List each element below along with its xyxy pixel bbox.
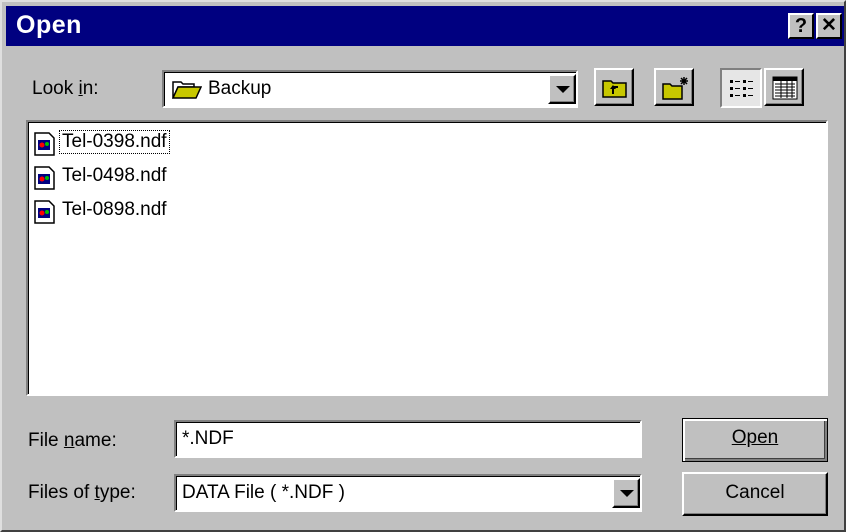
create-new-folder-icon: [661, 75, 691, 106]
file-type-combobox[interactable]: DATA File ( *.NDF ): [174, 474, 642, 512]
file-name: Tel-0898.ndf: [62, 199, 167, 220]
open-button[interactable]: Open: [682, 418, 828, 462]
look-in-label: Look in:: [32, 78, 99, 99]
details-view-icon: [772, 76, 798, 105]
up-one-level-button[interactable]: [594, 68, 634, 106]
file-type-label: Files of type:: [28, 482, 136, 503]
file-type-dropdown-button[interactable]: [612, 478, 640, 508]
file-name: Tel-0498.ndf: [62, 165, 167, 186]
folder-open-icon: [171, 78, 203, 105]
details-view-button[interactable]: [764, 68, 804, 106]
file-name-input[interactable]: *.NDF: [174, 420, 642, 458]
list-view-button[interactable]: [720, 68, 762, 108]
file-type-value: DATA File ( *.NDF ): [182, 482, 345, 503]
cancel-button[interactable]: Cancel: [682, 472, 828, 516]
look-in-value: Backup: [208, 78, 272, 99]
up-one-level-icon: [601, 76, 629, 105]
file-name-label: File name:: [28, 430, 117, 451]
chevron-down-icon: [620, 490, 634, 497]
list-view-icon: [729, 77, 755, 106]
file-name: Tel-0398.ndf: [59, 130, 170, 154]
file-name-value: *.NDF: [182, 428, 234, 449]
data-file-icon: [34, 132, 56, 162]
look-in-combobox[interactable]: Backup: [162, 70, 578, 108]
look-in-dropdown-button[interactable]: [548, 74, 576, 104]
close-button[interactable]: ✕: [816, 13, 842, 39]
open-button-label: Open: [731, 427, 779, 448]
open-dialog: Open ? ✕ Look in: Backup Tel-0398.ndf Te…: [0, 0, 846, 532]
data-file-icon: [34, 166, 56, 196]
data-file-icon: [34, 200, 56, 230]
chevron-down-icon: [556, 86, 570, 93]
file-list[interactable]: Tel-0398.ndf Tel-0498.ndf Tel-0898.ndf: [26, 120, 828, 396]
window-title: Open: [16, 11, 82, 39]
help-button[interactable]: ?: [788, 13, 814, 39]
title-bar[interactable]: Open ? ✕: [6, 6, 844, 46]
cancel-button-label: Cancel: [725, 482, 785, 503]
create-new-folder-button[interactable]: [654, 68, 694, 106]
